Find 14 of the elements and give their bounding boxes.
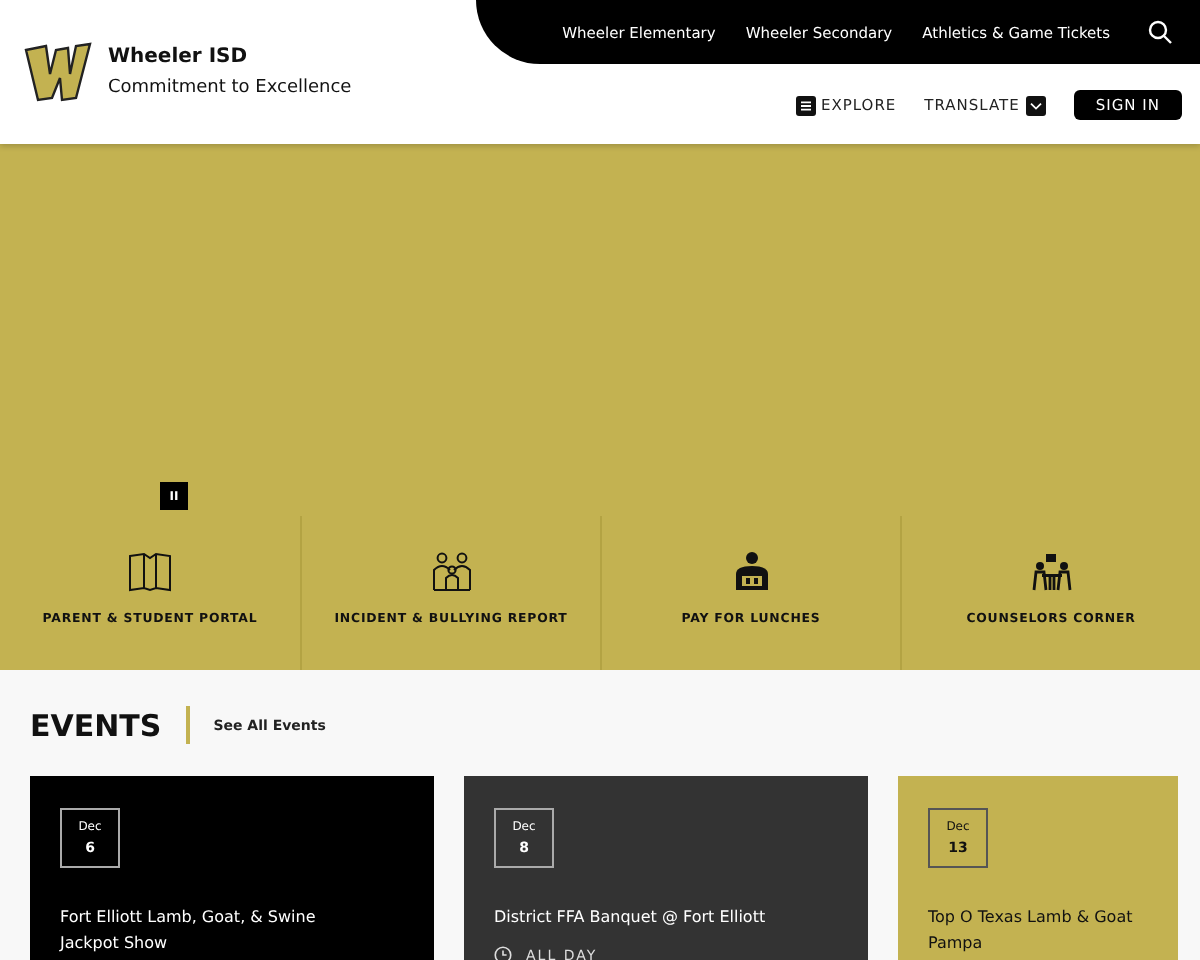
open-book-icon [128,552,172,592]
search-icon[interactable] [1148,20,1172,44]
clock-icon [494,946,512,960]
chevron-down-icon [1025,95,1046,115]
site-title[interactable]: Wheeler ISD [108,46,352,68]
event-title[interactable]: District FFA Banquet @ Fort Elliott [494,904,838,930]
family-icon [429,552,473,592]
site-tagline: Commitment to Excellence [108,78,352,98]
section-heading: EVENTS [30,707,162,743]
event-title[interactable]: Fort Elliott Lamb, Goat, & Swine Jackpot Show [60,904,360,956]
menu-icon [795,95,815,115]
event-title[interactable]: Top O Texas Lamb & Goat Pampa [928,904,1170,956]
logo-icon [24,42,92,102]
people-at-table-icon [1029,552,1073,592]
